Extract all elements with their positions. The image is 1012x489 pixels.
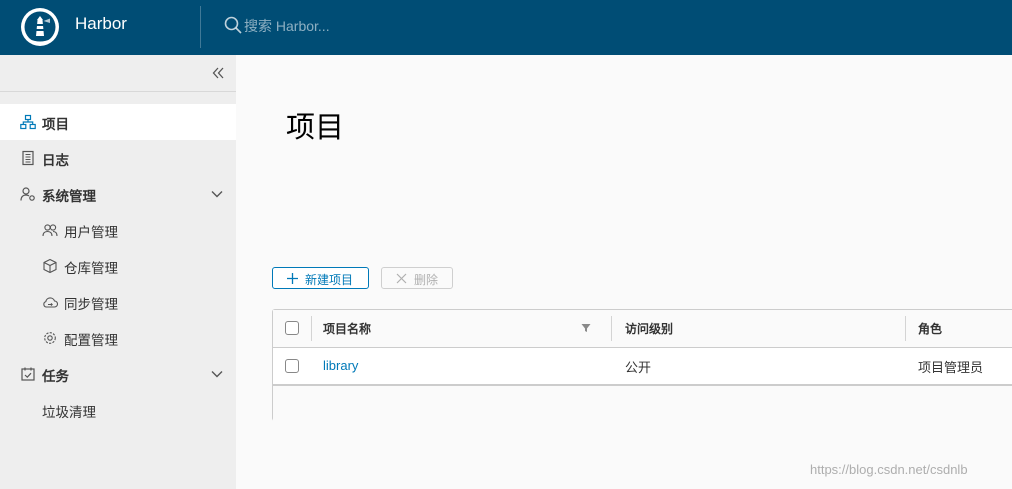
watermark: https://blog.csdn.net/csdnlb <box>810 462 968 477</box>
column-header-access-level[interactable]: 访问级别 <box>625 320 673 337</box>
projects-table: 项目名称 访问级别 角色 library 公开 项目管理员 <box>272 309 1012 421</box>
gear-icon <box>44 332 56 344</box>
sidebar-item-user-management[interactable]: 用户管理 <box>0 212 236 248</box>
delete-label: 删除 <box>414 273 439 287</box>
sidebar-item-label: 项目 <box>42 117 69 133</box>
sidebar-item-projects[interactable]: 项目 <box>0 104 236 140</box>
column-header-project-name[interactable]: 项目名称 <box>323 320 371 337</box>
role-cell: 项目管理员 <box>918 361 984 376</box>
search-icon <box>224 16 242 34</box>
sidebar-item-configuration-management[interactable]: 配置管理 <box>0 320 236 356</box>
sidebar-item-label: 用户管理 <box>64 225 118 241</box>
sidebar-item-label: 同步管理 <box>64 297 118 313</box>
new-project-button[interactable]: 新建项目 <box>272 267 369 289</box>
sidebar: 项目 日志 系统管理 用户管理 仓库管理 同步管理 配置管理 任务 垃圾清理 <box>0 55 236 489</box>
column-header-role[interactable]: 角色 <box>918 320 942 337</box>
log-document-icon <box>22 150 34 166</box>
filter-icon[interactable] <box>581 323 591 333</box>
double-chevron-left-icon[interactable] <box>210 65 226 81</box>
users-icon <box>42 224 58 237</box>
sidebar-item-logs[interactable]: 日志 <box>0 140 236 176</box>
project-name-link[interactable]: library <box>323 358 358 373</box>
sidebar-item-label: 配置管理 <box>64 333 118 349</box>
sidebar-item-registry-management[interactable]: 仓库管理 <box>0 248 236 284</box>
calendar-check-icon <box>21 367 35 381</box>
chevron-down-icon[interactable] <box>210 187 224 201</box>
select-all-checkbox[interactable] <box>285 321 299 335</box>
new-project-label: 新建项目 <box>305 273 354 287</box>
user-gear-icon <box>20 187 35 201</box>
sidebar-item-replication-management[interactable]: 同步管理 <box>0 284 236 320</box>
sidebar-item-system-admin[interactable]: 系统管理 <box>0 176 236 212</box>
sidebar-item-label: 系统管理 <box>42 189 96 205</box>
sidebar-item-label: 仓库管理 <box>64 261 118 277</box>
cloud-sync-icon <box>43 297 58 308</box>
delete-button[interactable]: 删除 <box>381 267 453 289</box>
sidebar-item-tasks[interactable]: 任务 <box>0 356 236 392</box>
column-divider <box>611 316 612 341</box>
app-title[interactable]: Harbor <box>75 14 127 34</box>
project-tree-icon <box>20 114 36 130</box>
table-footer <box>273 386 1012 421</box>
column-divider <box>905 316 906 341</box>
sidebar-item-garbage-collection[interactable]: 垃圾清理 <box>0 392 236 428</box>
column-divider <box>311 316 312 341</box>
sidebar-item-label: 垃圾清理 <box>42 405 96 421</box>
page-title: 项目 <box>286 110 345 144</box>
sidebar-divider <box>0 91 236 92</box>
row-checkbox[interactable] <box>285 359 299 373</box>
harbor-logo-icon[interactable] <box>19 6 61 48</box>
access-level-cell: 公开 <box>625 361 652 376</box>
sidebar-item-label: 日志 <box>42 153 69 169</box>
global-search-input[interactable] <box>244 14 544 38</box>
table-row: library 公开 项目管理员 <box>273 348 1012 386</box>
chevron-down-icon[interactable] <box>210 367 224 381</box>
plus-icon <box>287 273 298 284</box>
header-divider <box>200 6 201 48</box>
close-icon <box>396 273 407 284</box>
sidebar-item-label: 任务 <box>42 369 69 385</box>
top-header: Harbor <box>0 0 1012 55</box>
table-header: 项目名称 访问级别 角色 <box>273 310 1012 348</box>
cube-icon <box>43 258 57 274</box>
